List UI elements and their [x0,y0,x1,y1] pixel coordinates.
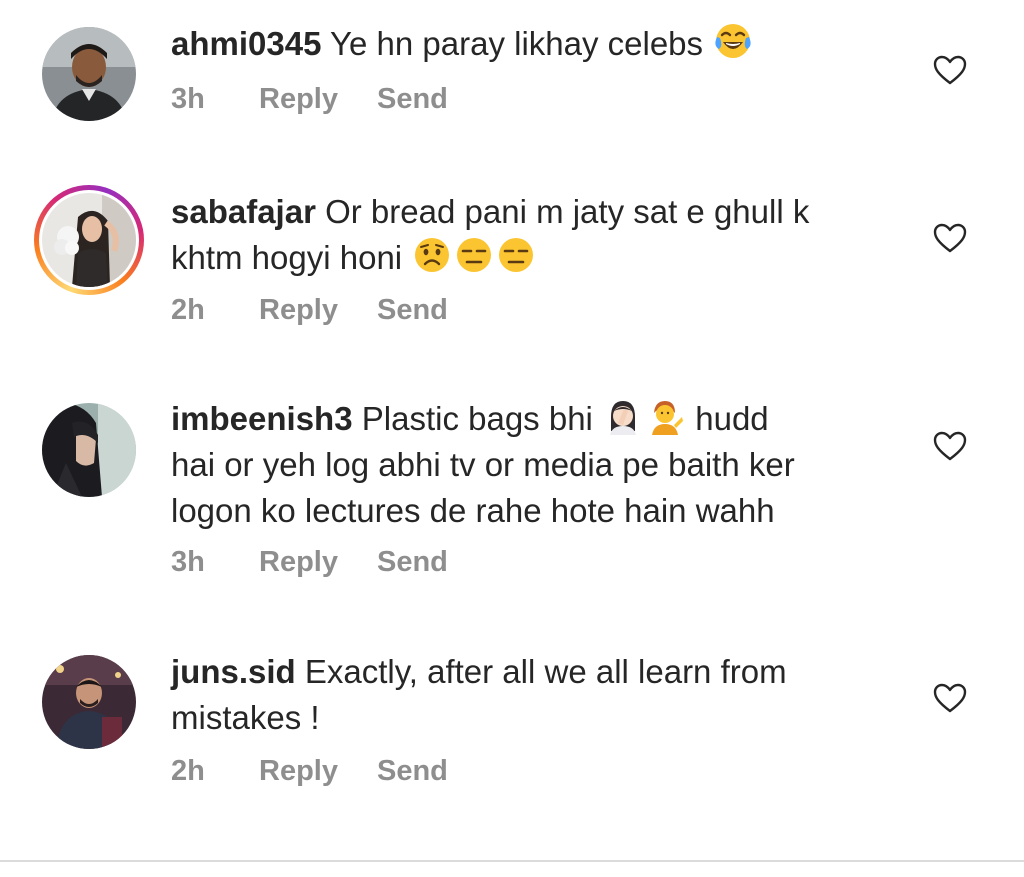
divider [0,860,1024,862]
comment-meta: 2h Reply Send [171,294,448,327]
comment-line: Exactly, after all we all learn from [304,653,787,690]
avatar[interactable] [42,193,136,287]
reply-button[interactable]: Reply [259,546,377,579]
comment-meta: 3h Reply Send [171,546,448,579]
avatar[interactable] [42,27,136,121]
comment-line: hudd [695,400,769,437]
heart-outline-icon[interactable] [933,683,967,713]
comment-meta: 2h Reply Send [171,755,448,788]
joy-emoji-icon [714,22,752,60]
send-button[interactable]: Send [377,83,448,116]
comment-line: hai or yeh log abhi tv or media pe baith… [171,446,795,483]
comment-time: 2h [171,294,205,326]
comment-line: Or bread pani m jaty sat e ghull k [325,193,810,230]
avatar[interactable] [42,655,136,749]
comment-meta: 3h Reply Send [171,83,448,116]
send-button[interactable]: Send [377,546,448,579]
heart-outline-icon[interactable] [933,223,967,253]
woman-facepalming-emoji-icon [604,397,642,435]
send-button[interactable]: Send [377,294,448,327]
reply-button[interactable]: Reply [259,83,377,116]
comment-text: sabafajar Or bread pani m jaty sat e ghu… [171,189,891,281]
heart-outline-icon[interactable] [933,55,967,85]
expressionless-emoji-icon [455,236,493,274]
reply-button[interactable]: Reply [259,294,377,327]
comment-line: Ye hn paray likhay celebs [330,25,704,62]
avatar[interactable] [42,403,136,497]
send-button[interactable]: Send [377,755,448,788]
comment-text: juns.sid Exactly, after all we all learn… [171,649,891,741]
username[interactable]: imbeenish3 [171,400,353,437]
username[interactable]: sabafajar [171,193,316,230]
username[interactable]: juns.sid [171,653,296,690]
reply-button[interactable]: Reply [259,755,377,788]
comment-text: imbeenish3 Plastic bags bhi hudd hai or … [171,396,891,534]
comment-text: ahmi0345 Ye hn paray likhay celebs [171,21,891,67]
heart-outline-icon[interactable] [933,431,967,461]
person-tipping-hand-emoji-icon [646,397,684,435]
comment-line: logon ko lectures de rahe hote hain wahh [171,492,775,529]
comment-line: mistakes ! [171,699,320,736]
username[interactable]: ahmi0345 [171,25,321,62]
expressionless-emoji-icon [497,236,535,274]
worried-emoji-icon [413,236,451,274]
story-ring[interactable] [34,185,144,295]
comment-time: 3h [171,546,205,578]
comment-line: khtm hogyi honi [171,239,403,276]
comment-line: Plastic bags bhi [361,400,593,437]
comment-time: 3h [171,83,205,115]
comment-time: 2h [171,755,205,787]
